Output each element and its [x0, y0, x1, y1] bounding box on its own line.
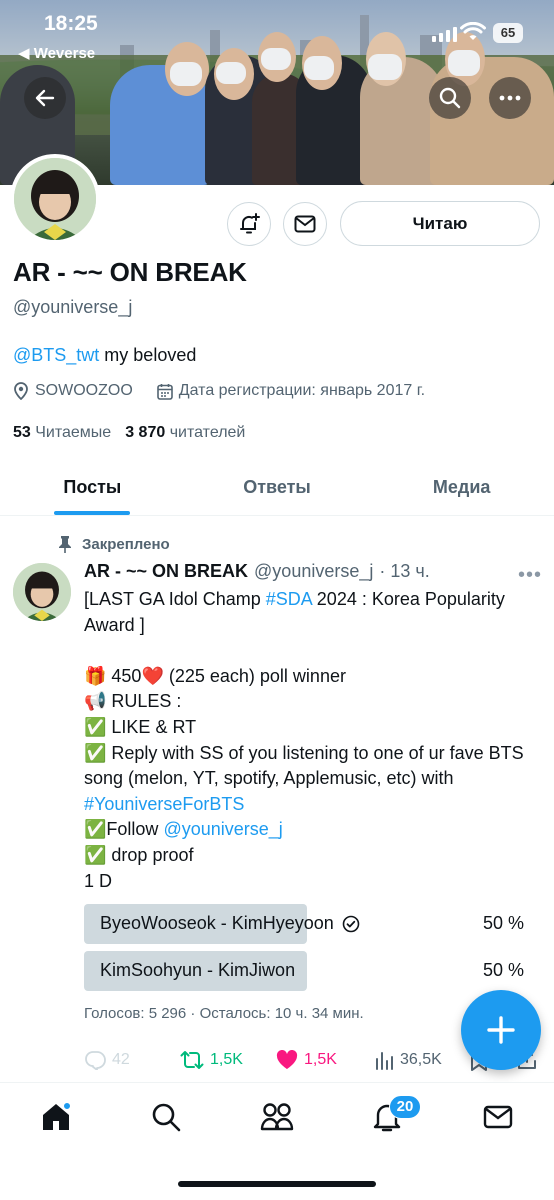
nav-messages[interactable] — [468, 1097, 528, 1137]
post-line: ✅Follow — [84, 819, 164, 840]
profile-handle: @youniverse_j — [13, 297, 133, 317]
calendar-icon — [156, 383, 173, 400]
banner-mask — [216, 62, 246, 84]
search-icon — [439, 87, 461, 109]
profile-meta: SOWOOZOO Дата регистрации: январь 2017 г… — [13, 382, 425, 400]
location-pin-icon — [14, 382, 28, 400]
views-count: 36,5K — [400, 1051, 442, 1068]
following-stat[interactable]: 53 Читаемые — [13, 424, 111, 442]
followers-stat[interactable]: 3 870 читателей — [125, 424, 245, 442]
nav-search[interactable] — [136, 1097, 196, 1137]
nav-notifications[interactable]: 20 — [357, 1095, 421, 1137]
post-line: ✅ drop proof — [84, 844, 194, 865]
post-text: [LAST GA Idol Champ #SDA 2024 : Korea Po… — [84, 587, 544, 894]
tab-posts[interactable]: Посты — [0, 459, 185, 515]
home-indicator — [178, 1181, 376, 1187]
hashtag-link[interactable]: #YouniverseForBTS — [84, 794, 244, 814]
avatar-image — [13, 563, 71, 621]
avatar-image — [14, 158, 96, 240]
pin-icon — [59, 536, 71, 553]
battery-indicator: 65 — [493, 23, 523, 43]
followers-label: читателей — [169, 424, 246, 441]
poll-option-label: ByeoWooseok - KimHyeyoon — [100, 913, 334, 933]
post-line: ✅ LIKE & RT — [84, 716, 197, 737]
post-line: ✅ Reply with SS of you listening to one … — [84, 742, 529, 789]
arrow-left-icon — [35, 89, 55, 107]
notifications-subscribe-button[interactable] — [227, 202, 271, 246]
envelope-icon — [483, 1105, 513, 1129]
following-count: 53 — [13, 424, 31, 441]
nav-communities[interactable] — [247, 1097, 307, 1137]
poll-option[interactable]: ByeoWooseok - KimHyeyoon 50 % — [84, 904, 530, 944]
more-options-button[interactable] — [489, 77, 531, 119]
profile-tabs: Посты Ответы Медиа — [0, 459, 554, 516]
like-button[interactable]: 1,5K — [276, 1050, 337, 1070]
mention-link[interactable]: @youniverse_j — [163, 819, 282, 839]
profile-stats: 53 Читаемые 3 870 читателей — [13, 424, 245, 442]
more-horizontal-icon — [499, 95, 521, 101]
plus-icon — [487, 1016, 515, 1044]
pinned-label: Закреплено — [82, 535, 170, 553]
tab-replies[interactable]: Ответы — [185, 459, 370, 515]
hashtag-link[interactable]: #SDA — [266, 589, 312, 609]
reply-button[interactable]: 42 — [84, 1050, 130, 1070]
poll-option-label-wrap: ByeoWooseok - KimHyeyoon — [100, 913, 360, 934]
bell-plus-icon — [240, 213, 260, 234]
post-author-avatar[interactable] — [13, 563, 71, 621]
compose-post-button[interactable] — [461, 990, 541, 1070]
poll-meta: Голосов: 5 296 · Осталось: 10 ч. 34 мин. — [84, 1005, 364, 1022]
back-button[interactable] — [24, 77, 66, 119]
post-author-handle[interactable]: @youniverse_j — [254, 561, 373, 582]
profile-location: SOWOOZOO — [35, 382, 133, 399]
reply-count: 42 — [112, 1051, 130, 1068]
profile-bio: @BTS_twt my beloved — [13, 345, 196, 366]
search-button[interactable] — [429, 77, 471, 119]
back-to-app-link[interactable]: ◀ Weverse — [18, 44, 95, 62]
status-time: 18:25 — [44, 12, 98, 35]
pinned-indicator: Закреплено — [58, 535, 170, 553]
post-line: 1 D — [84, 870, 113, 891]
nav-home[interactable] — [26, 1097, 86, 1137]
post-more-button[interactable]: ••• — [518, 564, 542, 587]
post-author-name[interactable]: AR - ~~ ON BREAK — [84, 561, 248, 582]
poll-option-percent: 50 % — [482, 960, 524, 980]
poll-option[interactable]: KimSoohyun - KimJiwon 50 % — [84, 951, 530, 991]
post-header: AR - ~~ ON BREAK @youniverse_j · 13 ч. — [84, 561, 430, 582]
profile-display-name: AR - ~~ ON BREAK — [13, 257, 247, 287]
following-button[interactable]: Читаю — [340, 201, 540, 246]
post-line: 🎁 450❤️ (225 each) poll winner — [84, 665, 346, 686]
followers-count: 3 870 — [125, 424, 166, 441]
reply-icon — [85, 1051, 106, 1070]
poll-option-percent: 50 % — [482, 913, 524, 933]
home-unread-dot — [62, 1101, 72, 1111]
views-button[interactable]: 36,5K — [374, 1050, 442, 1070]
profile-joined-date: Дата регистрации: январь 2017 г. — [178, 382, 426, 399]
notifications-badge: 20 — [389, 1095, 421, 1119]
check-circle-icon — [342, 915, 360, 932]
profile-avatar[interactable] — [10, 154, 100, 244]
repost-button[interactable]: 1,5K — [180, 1050, 243, 1070]
envelope-icon — [294, 215, 316, 233]
search-icon — [152, 1103, 181, 1132]
bar-chart-icon — [376, 1052, 393, 1070]
banner-mask — [170, 62, 202, 86]
bio-mention-link[interactable]: @BTS_twt — [13, 345, 99, 365]
message-button[interactable] — [283, 202, 327, 246]
post-time[interactable]: · 13 ч. — [379, 561, 429, 582]
cellular-signal-icon — [432, 27, 457, 42]
heart-icon — [276, 1050, 298, 1069]
repost-icon — [180, 1051, 204, 1069]
poll-option-label-wrap: KimSoohyun - KimJiwon — [100, 960, 295, 981]
wifi-icon — [460, 22, 486, 40]
post-line: [LAST GA Idol Champ — [84, 589, 266, 609]
following-label: Читаемые — [35, 424, 112, 441]
tab-media[interactable]: Медиа — [369, 459, 554, 515]
poll-option-label: KimSoohyun - KimJiwon — [100, 960, 296, 980]
repost-count: 1,5K — [210, 1051, 243, 1068]
like-count: 1,5K — [304, 1051, 337, 1068]
communities-icon — [260, 1103, 294, 1131]
status-bar: 18:25 ◀ Weverse 65 — [0, 0, 554, 62]
post-line: 📢 RULES : — [84, 691, 182, 712]
bio-text: my beloved — [99, 345, 197, 365]
